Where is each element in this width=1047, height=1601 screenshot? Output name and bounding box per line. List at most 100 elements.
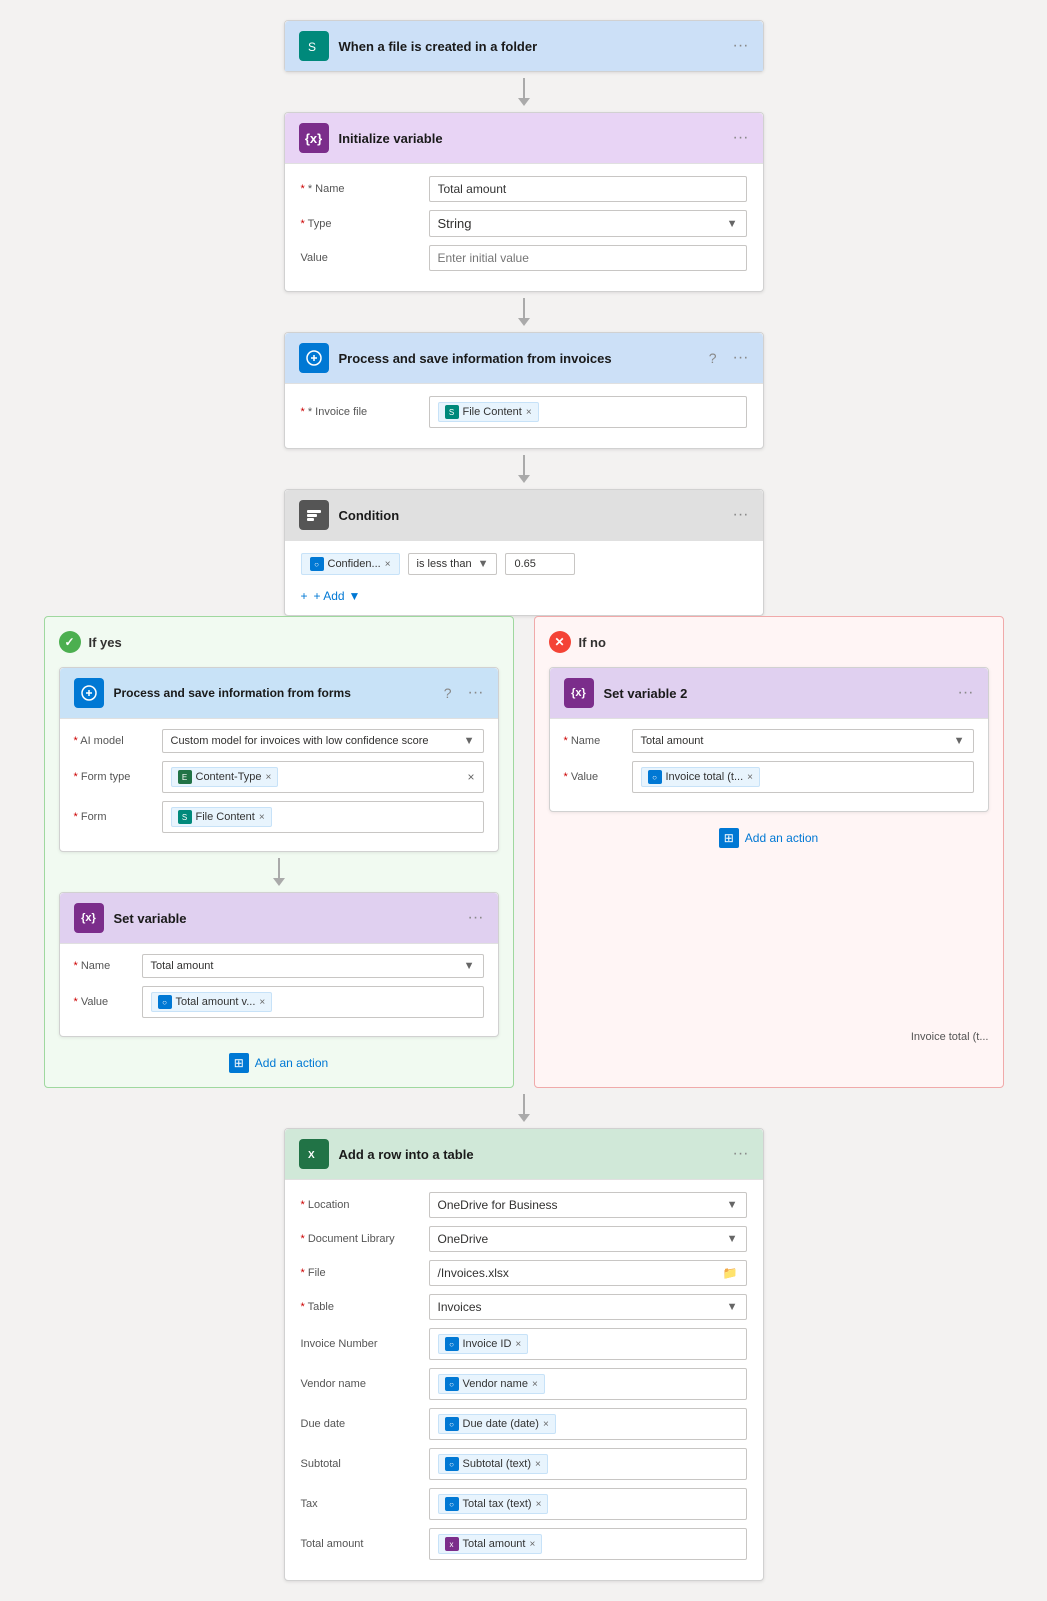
add-row-header: X Add a row into a table ··· <box>285 1129 763 1179</box>
due-date-input[interactable]: ○ Due date (date) × <box>429 1408 747 1440</box>
if-yes-branch: ✓ If yes Process and save information fr… <box>44 616 514 1088</box>
condition-more[interactable]: ··· <box>733 506 749 524</box>
svg-text:S: S <box>308 40 316 54</box>
set-variable-more[interactable]: ··· <box>468 909 484 927</box>
add-row-title: Add a row into a table <box>339 1147 723 1162</box>
file-input[interactable]: /Invoices.xlsx 📁 <box>429 1260 747 1286</box>
doc-lib-select[interactable]: OneDrive ▼ <box>429 1226 747 1252</box>
location-chevron: ▼ <box>727 1199 738 1211</box>
due-date-label: Due date <box>301 1418 421 1430</box>
flow-container: S When a file is created in a folder ···… <box>40 20 1007 1581</box>
if-yes-add-action-label: Add an action <box>255 1056 328 1070</box>
file-content-tag-close[interactable]: × <box>526 407 532 418</box>
condition-value-input[interactable]: 0.65 <box>505 553 575 575</box>
trigger-title: When a file is created in a folder <box>339 39 723 54</box>
if-yes-icon: ✓ <box>59 631 81 653</box>
vendor-name-icon: ○ <box>445 1377 459 1391</box>
vendor-name-input[interactable]: ○ Vendor name × <box>429 1368 747 1400</box>
form-type-input[interactable]: E Content-Type × × <box>162 761 484 793</box>
tax-close[interactable]: × <box>536 1499 542 1510</box>
sv-value-row: Value ○ Total amount v... × <box>74 986 484 1018</box>
add-action-icon: ⊞ <box>229 1053 249 1073</box>
tax-icon: ○ <box>445 1497 459 1511</box>
due-date-row: Due date ○ Due date (date) × <box>301 1408 747 1440</box>
sv2-value-input[interactable]: ○ Invoice total (t... × <box>632 761 974 793</box>
trigger-icon: S <box>299 31 329 61</box>
form-file-label: File Content <box>196 811 255 823</box>
set-variable-2-title: Set variable 2 <box>604 686 948 701</box>
trigger-more[interactable]: ··· <box>733 37 749 55</box>
sv2-name-row: Name Total amount ▼ <box>564 729 974 753</box>
table-select[interactable]: Invoices ▼ <box>429 1294 747 1320</box>
set-variable-2-more[interactable]: ··· <box>958 684 974 702</box>
condition-add-button[interactable]: + + Add ▼ <box>301 589 361 603</box>
sv-value-icon: ○ <box>158 995 172 1009</box>
due-date-close[interactable]: × <box>543 1419 549 1430</box>
arrow-4 <box>518 1088 530 1128</box>
confidence-tag-close[interactable]: × <box>385 559 391 570</box>
total-amount-tag: x Total amount × <box>438 1534 543 1554</box>
sv-value-input[interactable]: ○ Total amount v... × <box>142 986 484 1018</box>
invoice-file-input[interactable]: S File Content × <box>429 396 747 428</box>
ai-model-select[interactable]: Custom model for invoices with low confi… <box>162 729 484 753</box>
confidence-icon: ○ <box>310 557 324 571</box>
vendor-name-close[interactable]: × <box>532 1379 538 1390</box>
init-var-more[interactable]: ··· <box>733 129 749 147</box>
if-no-add-action-icon: ⊞ <box>719 828 739 848</box>
init-var-name-input[interactable] <box>429 176 747 202</box>
init-var-type-select[interactable]: String ▼ <box>429 210 747 237</box>
subtotal-close[interactable]: × <box>535 1459 541 1470</box>
process-invoices-header: Process and save information from invoic… <box>285 333 763 383</box>
if-no-label: If no <box>579 635 606 650</box>
if-no-add-action[interactable]: ⊞ Add an action <box>549 828 989 848</box>
chevron-down-icon: ▼ <box>727 218 738 230</box>
set-variable-icon: {x} <box>74 903 104 933</box>
total-amount-close[interactable]: × <box>529 1539 535 1550</box>
add-row-more[interactable]: ··· <box>733 1145 749 1163</box>
init-var-type-label: Type <box>301 218 421 230</box>
operator-select[interactable]: is less than ▼ <box>408 553 498 575</box>
sv2-name-select[interactable]: Total amount ▼ <box>632 729 974 753</box>
sv-name-select[interactable]: Total amount ▼ <box>142 954 484 978</box>
tax-row: Tax ○ Total tax (text) × <box>301 1488 747 1520</box>
subtotal-input[interactable]: ○ Subtotal (text) × <box>429 1448 747 1480</box>
if-yes-add-action[interactable]: ⊞ Add an action <box>59 1053 499 1073</box>
invoice-id-close[interactable]: × <box>515 1339 521 1350</box>
sv2-name-chevron: ▼ <box>954 735 965 747</box>
content-type-close[interactable]: × <box>266 772 272 783</box>
condition-card: Condition ··· ○ Confiden... × is less th… <box>284 489 764 616</box>
process-invoices-help[interactable]: ? <box>709 350 717 366</box>
sv2-value-close[interactable]: × <box>747 772 753 783</box>
operator-chevron: ▼ <box>478 558 489 570</box>
process-forms-help[interactable]: ? <box>444 685 452 701</box>
init-var-value-row: Value <box>301 245 747 271</box>
subtotal-row: Subtotal ○ Subtotal (text) × <box>301 1448 747 1480</box>
confidence-tag-label: Confiden... <box>328 558 381 570</box>
if-no-header: ✕ If no <box>549 631 989 653</box>
init-var-value-input[interactable] <box>429 245 747 271</box>
form-input[interactable]: S File Content × <box>162 801 484 833</box>
sv-name-row: Name Total amount ▼ <box>74 954 484 978</box>
process-forms-card: Process and save information from forms … <box>59 667 499 852</box>
form-file-close[interactable]: × <box>259 812 265 823</box>
if-no-icon: ✕ <box>549 631 571 653</box>
process-invoices-card: Process and save information from invoic… <box>284 332 764 449</box>
set-variable-2-icon: {x} <box>564 678 594 708</box>
condition-row: ○ Confiden... × is less than ▼ 0.65 <box>301 553 747 575</box>
invoice-file-row: * Invoice file S File Content × <box>301 396 747 428</box>
process-forms-more[interactable]: ··· <box>468 684 484 702</box>
sv-value-close[interactable]: × <box>259 997 265 1008</box>
process-forms-icon <box>74 678 104 708</box>
tax-input[interactable]: ○ Total tax (text) × <box>429 1488 747 1520</box>
if-no-add-action-label: Add an action <box>745 831 818 845</box>
table-row-field: Table Invoices ▼ <box>301 1294 747 1320</box>
total-amount-input[interactable]: x Total amount × <box>429 1528 747 1560</box>
invoice-number-input[interactable]: ○ Invoice ID × <box>429 1328 747 1360</box>
clear-icon[interactable]: × <box>467 770 474 784</box>
process-invoices-more[interactable]: ··· <box>733 349 749 367</box>
invoice-number-row: Invoice Number ○ Invoice ID × <box>301 1328 747 1360</box>
location-select[interactable]: OneDrive for Business ▼ <box>429 1192 747 1218</box>
condition-value-text: 0.65 <box>514 558 535 570</box>
sv2-value-label: Value <box>564 771 624 783</box>
arrow-2 <box>518 292 530 332</box>
